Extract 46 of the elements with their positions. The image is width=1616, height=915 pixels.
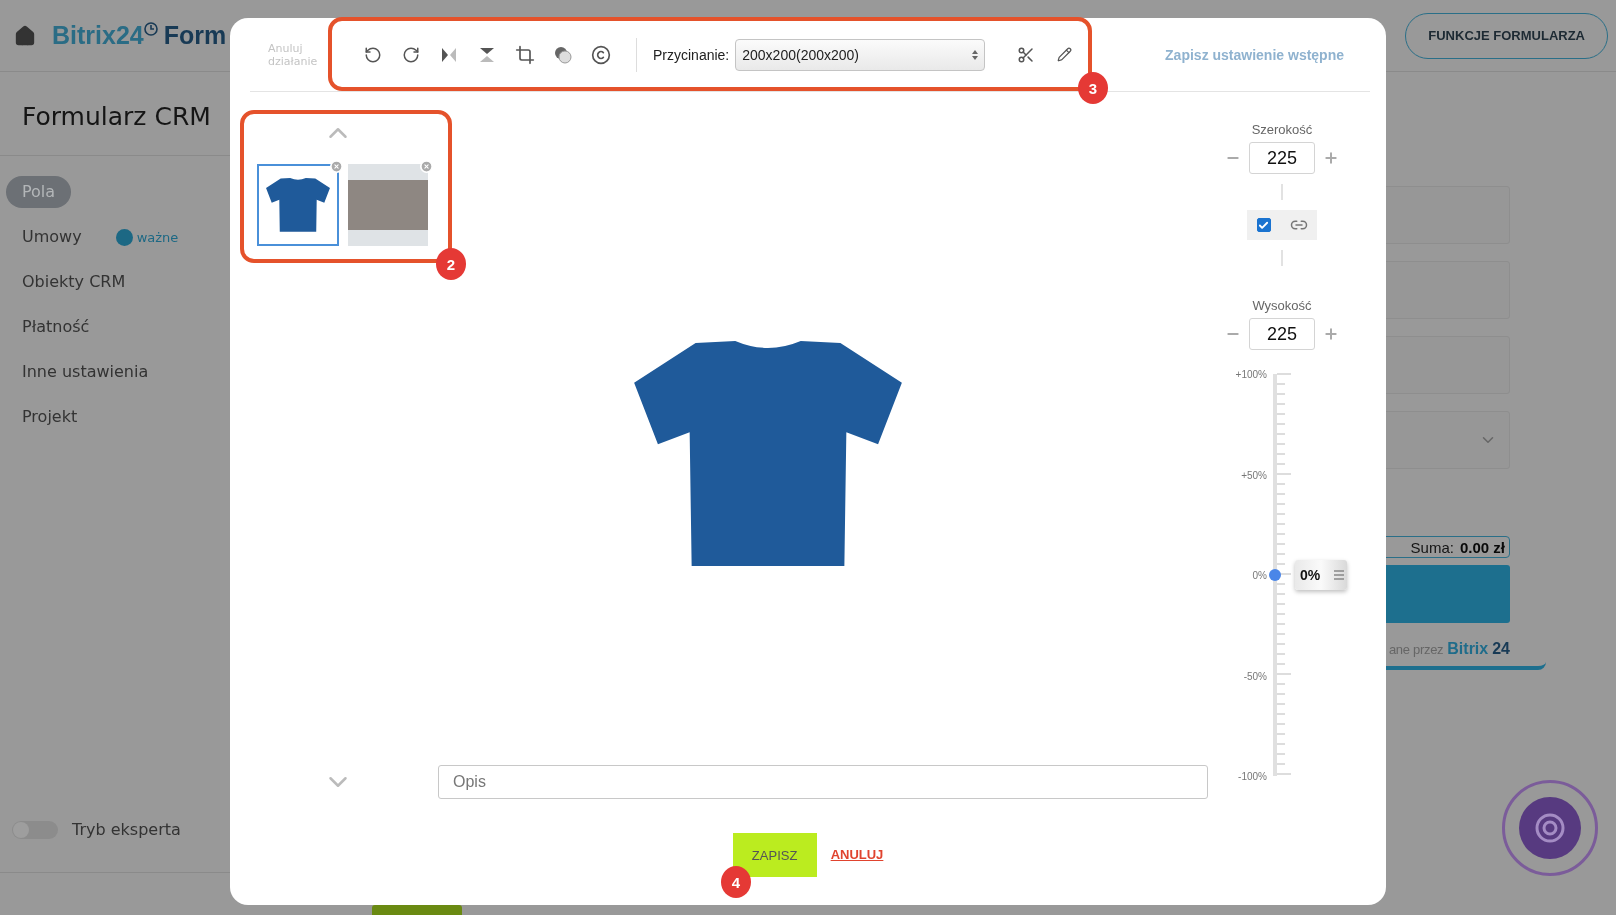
brand-number: 24 [1492, 640, 1510, 658]
crop-select[interactable]: 200x200(200x200) [735, 38, 986, 71]
total-label: Suma: [1410, 538, 1454, 556]
menu-icon [1334, 570, 1344, 580]
scale-label: -50% [1243, 670, 1267, 681]
rotate-left-icon [364, 45, 382, 64]
sidebar-item[interactable]: Inne ustawienia [6, 356, 165, 388]
sidebar-item[interactable]: Płatność [6, 311, 106, 343]
overlapping-circles-icon [553, 44, 573, 65]
crop-icon [515, 44, 535, 65]
brand-name: Bitrix [1447, 640, 1489, 658]
description-field[interactable]: Opis [438, 765, 1208, 799]
scale-reading: 0% [1300, 567, 1321, 583]
save-button[interactable]: ZAPISZ [732, 833, 817, 877]
copyright-icon [591, 44, 611, 65]
chat-icon [1533, 811, 1567, 845]
crop-label: Przycinanie: [653, 46, 730, 63]
total-value: 0.00 zł [1459, 538, 1505, 556]
height-label: Wysokość [1252, 298, 1312, 313]
page-title: Form [163, 21, 227, 50]
chat-button[interactable] [1502, 780, 1598, 876]
scissors-icon [1017, 45, 1036, 64]
slider-thumb[interactable] [1269, 569, 1281, 581]
logo: Bitrix24 [52, 21, 144, 50]
cancel-link[interactable]: ANULUJ [830, 847, 884, 862]
stepper-icon [972, 48, 979, 61]
sidebar-item[interactable]: Pola [6, 176, 72, 208]
scale-label: -100% [1238, 770, 1267, 782]
scale-label: 0% [1252, 569, 1267, 581]
toggle-label: Tryb eksperta [72, 820, 181, 839]
t-shirt-drawing [266, 178, 330, 232]
flip-vertical-icon [478, 45, 496, 64]
rotate-right-icon [402, 45, 420, 64]
scale-label: +50% [1241, 469, 1267, 480]
sidebar-item[interactable]: Projekt [6, 401, 94, 433]
pencil-icon [1056, 47, 1072, 62]
checkbox[interactable] [1256, 218, 1271, 232]
sidebar-item[interactable]: Umowy [6, 221, 98, 253]
scale-label: +100% [1235, 368, 1267, 380]
clock-icon [143, 21, 158, 36]
info-icon [115, 228, 133, 246]
width-field[interactable]: 225 [1249, 142, 1315, 174]
sidebar-item[interactable]: Obiekty CRM [6, 266, 142, 298]
height-field[interactable]: 225 [1249, 318, 1315, 350]
width-label: Szerokość [1251, 122, 1313, 137]
home-icon[interactable] [14, 24, 36, 47]
